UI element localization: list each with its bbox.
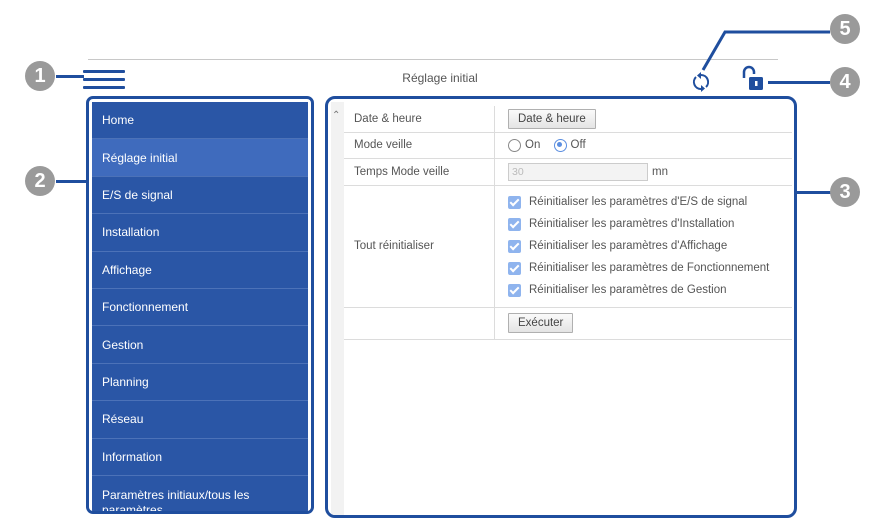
sleep-mode-label: Mode veille xyxy=(344,132,495,159)
content-highlight: ⌃ Date & heure Date & heure Mode veille … xyxy=(325,96,797,518)
table-row: Mode veille On Off xyxy=(344,132,792,159)
sidebar-item-label: Installation xyxy=(102,225,160,240)
reset-option-label: Réinitialiser les paramètres de Fonction… xyxy=(529,262,770,274)
sidebar-item-label: Affichage xyxy=(102,262,152,277)
sidebar-item-affichage[interactable]: Affichage xyxy=(92,252,308,289)
sidebar-item-r-glage-initial[interactable]: Réglage initial xyxy=(92,139,308,177)
callout-line-5 xyxy=(701,30,830,71)
sidebar-item-label: Planning xyxy=(102,374,149,389)
callout-line-2 xyxy=(56,180,88,183)
callout-line-1 xyxy=(56,75,84,78)
sidebar-item-label: Information xyxy=(102,449,163,464)
settings-table: Date & heure Date & heure Mode veille On… xyxy=(344,106,792,340)
sidebar-item-e-s-de-signal[interactable]: E/S de signal xyxy=(92,177,308,215)
sidebar-item-label: E/S de signal xyxy=(102,187,173,202)
reset-option-checkbox[interactable] xyxy=(508,283,521,297)
sleep-mode-off-radio[interactable] xyxy=(553,138,567,152)
sidebar-item-label: Fonctionnement xyxy=(102,300,189,315)
sidebar-item-label: Home xyxy=(102,113,135,128)
reset-options: Réinitialiser les paramètres d'E/S de si… xyxy=(494,185,792,308)
sidebar-item-label: Réglage initial xyxy=(102,150,178,165)
reset-option-label: Réinitialiser les paramètres de Gestion xyxy=(529,284,727,296)
sidebar-item-installation[interactable]: Installation xyxy=(92,214,308,252)
reset-option-checkbox[interactable] xyxy=(508,239,521,253)
sidebar-item-param-tres-initiaux-tous-les-param-tres[interactable]: Paramètres initiaux/tous les paramètres xyxy=(92,476,308,514)
table-row: Temps Mode veille 30 mn xyxy=(344,158,792,186)
sidebar-item-planning[interactable]: Planning xyxy=(92,364,308,402)
date-time-label: Date & heure xyxy=(344,106,495,133)
sidebar-item-label: Gestion xyxy=(102,337,144,352)
reset-option-checkbox[interactable] xyxy=(508,195,521,209)
sidebar-item-information[interactable]: Information xyxy=(92,439,308,476)
reset-all-label: Tout réinitialiser xyxy=(344,185,495,308)
sidebar-highlight: Home Réglage initial E/S de signal Installa… xyxy=(86,96,314,514)
callout-line-3 xyxy=(797,191,831,194)
date-time-button[interactable]: Date & heure xyxy=(508,108,596,129)
reset-option: Réinitialiser les paramètres de Fonction… xyxy=(508,257,792,279)
sleep-mode-off-label: Off xyxy=(570,139,586,151)
sidebar: Home Réglage initial E/S de signal Installa… xyxy=(92,102,308,511)
sidebar-item-home[interactable]: Home xyxy=(92,102,308,140)
sidebar-item-label: Réseau xyxy=(102,412,144,427)
sleep-time-label: Temps Mode veille xyxy=(344,158,495,186)
table-row: Exécuter xyxy=(344,307,792,340)
sleep-mode-on-radio[interactable] xyxy=(508,138,521,152)
reset-option-label: Réinitialiser les paramètres d'Affichage xyxy=(529,240,728,252)
reset-option-checkbox[interactable] xyxy=(508,217,521,231)
reset-option: Réinitialiser les paramètres d'Affichage xyxy=(508,235,792,257)
reset-option-label: Réinitialiser les paramètres d'Installat… xyxy=(529,218,735,230)
sleep-time-unit: mn xyxy=(652,165,668,178)
scrollbar[interactable]: ⌃ xyxy=(331,102,344,515)
callout-1: 1 xyxy=(25,61,55,91)
sidebar-item-r-seau[interactable]: Réseau xyxy=(92,401,308,439)
execute-button[interactable]: Exécuter xyxy=(508,313,574,333)
sleep-mode-on-label: On xyxy=(525,139,541,151)
reset-option-checkbox[interactable] xyxy=(508,261,521,275)
callout-3: 3 xyxy=(830,177,860,207)
hamburger-menu-icon[interactable] xyxy=(83,70,125,90)
scroll-up-icon[interactable]: ⌃ xyxy=(332,110,340,121)
callout-2: 2 xyxy=(25,166,55,196)
reset-option: Réinitialiser les paramètres d'Installat… xyxy=(508,213,792,235)
reset-option-label: Réinitialiser les paramètres d'E/S de si… xyxy=(529,196,748,208)
reset-option: Réinitialiser les paramètres d'E/S de si… xyxy=(508,191,792,213)
header-divider xyxy=(88,59,778,60)
callout-line-4 xyxy=(768,81,830,84)
sleep-time-input[interactable]: 30 xyxy=(508,162,648,181)
table-row: Date & heure Date & heure xyxy=(344,106,792,133)
table-row: Tout réinitialiser Réinitialiser les par… xyxy=(344,185,792,308)
sidebar-item-label: Paramètres initiaux/tous les paramètres xyxy=(102,487,250,514)
callout-5: 5 xyxy=(830,14,860,44)
sidebar-item-gestion[interactable]: Gestion xyxy=(92,326,308,364)
page-title: Réglage initial xyxy=(402,71,478,85)
sidebar-item-fonctionnement[interactable]: Fonctionnement xyxy=(92,289,308,327)
reset-option: Réinitialiser les paramètres de Gestion xyxy=(508,279,792,301)
